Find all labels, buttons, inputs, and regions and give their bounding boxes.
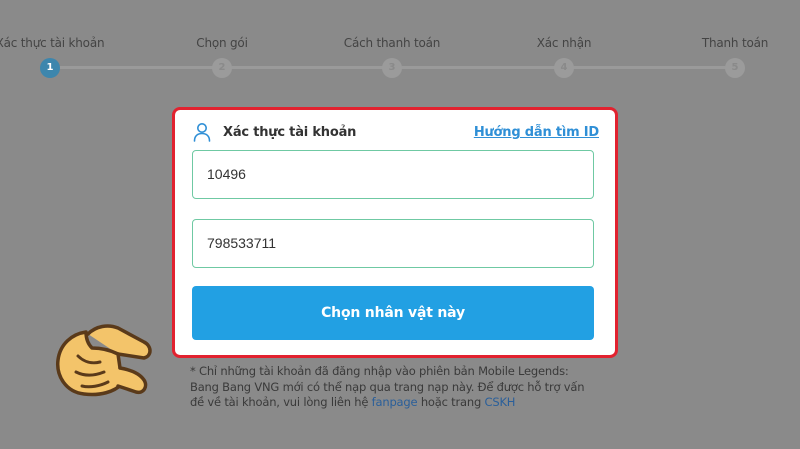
card-header: Xác thực tài khoản Hướng dẫn tìm ID <box>193 122 599 144</box>
step-label: Xác thực tài khoản <box>0 36 105 50</box>
account-verification-card: Xác thực tài khoản Hướng dẫn tìm ID 1049… <box>172 107 618 358</box>
step-label: Thanh toán <box>701 36 769 50</box>
step-4[interactable]: Xác nhận 4 <box>484 36 644 78</box>
step-label: Xác nhận <box>536 36 592 50</box>
find-id-help-link[interactable]: Hướng dẫn tìm ID <box>474 125 599 140</box>
step-number: 2 <box>212 58 232 78</box>
step-label: Cách thanh toán <box>343 36 441 50</box>
step-3[interactable]: Cách thanh toán 3 <box>312 36 472 78</box>
step-number: 1 <box>40 58 60 78</box>
pointing-hand-icon <box>56 324 152 397</box>
step-5[interactable]: Thanh toán 5 <box>655 36 800 78</box>
step-number: 3 <box>382 58 402 78</box>
step-label: Chọn gói <box>196 36 248 50</box>
account-note: * Chỉ những tài khoản đã đăng nhập vào p… <box>190 364 600 411</box>
fanpage-link[interactable]: fanpage <box>372 395 418 409</box>
user-icon <box>193 123 211 142</box>
step-number: 5 <box>725 58 745 78</box>
step-2[interactable]: Chọn gói 2 <box>142 36 302 78</box>
note-text: hoặc trang <box>417 395 485 409</box>
step-1[interactable]: Xác thực tài khoản 1 <box>0 36 130 78</box>
user-id-input[interactable]: 10496 <box>192 150 594 199</box>
step-number: 4 <box>554 58 574 78</box>
card-title: Xác thực tài khoản <box>223 125 357 140</box>
progress-stepper: Xác thực tài khoản 1 Chọn gói 2 Cách tha… <box>0 0 800 90</box>
zone-id-input[interactable]: 798533711 <box>192 219 594 268</box>
cskh-link[interactable]: CSKH <box>485 395 516 409</box>
select-character-button[interactable]: Chọn nhân vật này <box>192 286 594 340</box>
